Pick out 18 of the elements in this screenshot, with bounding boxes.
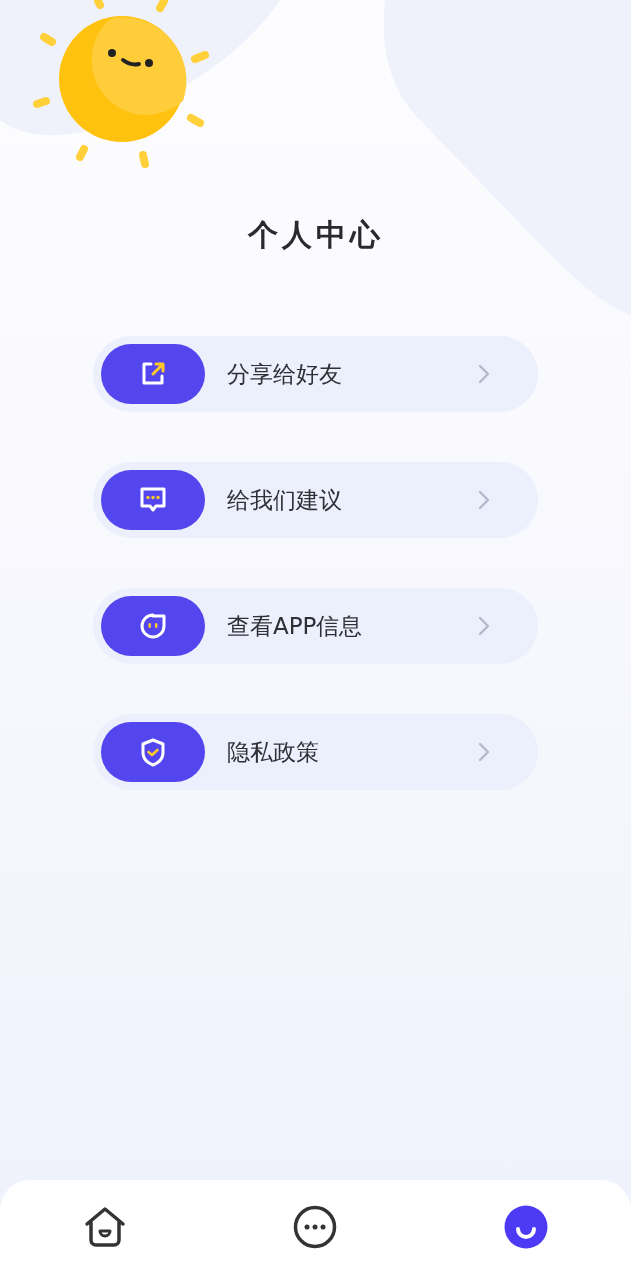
face-icon [138,611,168,641]
shield-icon [139,737,167,767]
menu-label: 分享给好友 [227,359,343,389]
home-icon[interactable] [83,1205,128,1249]
more-icon[interactable] [293,1205,338,1249]
menu-item[interactable]: 查看APP信息 [93,588,538,664]
menu-label: 隐私政策 [227,737,320,767]
chevron-icon [478,742,490,762]
menu-item[interactable]: 分享给好友 [93,336,538,412]
chevron-icon [478,364,490,384]
menu-label: 查看APP信息 [227,611,364,641]
menu-item[interactable]: 隐私政策 [93,714,538,790]
menu-label: 给我们建议 [227,485,343,515]
smile-icon[interactable] [503,1205,548,1249]
menu-item[interactable]: 给我们建议 [93,462,538,538]
chevron-icon [478,490,490,510]
page-title: 个人中心 [247,216,384,254]
chevron-icon [478,616,490,636]
